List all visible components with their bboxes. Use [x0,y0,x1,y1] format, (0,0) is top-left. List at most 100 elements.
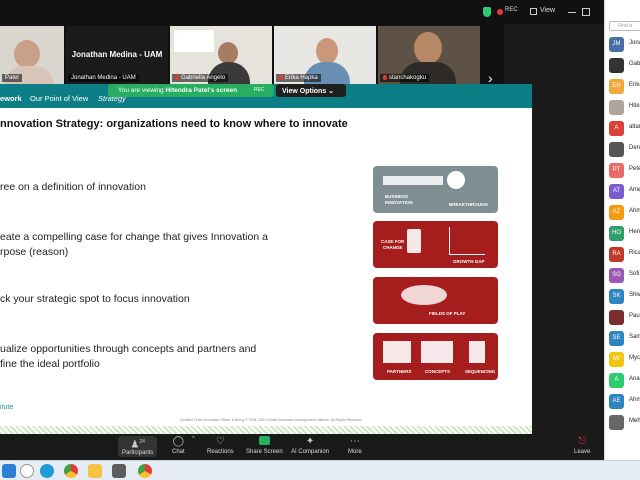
participant-list-item[interactable]: AE Ahm [605,391,640,412]
participants-panel: Find a JM Jona Gab EH Erika Hite Aaltar Den PT Pe… [604,0,640,460]
participant-head [316,38,338,64]
more-dots-icon: ⋯ [349,436,360,447]
participants-button[interactable]: ♟24 Participants [118,436,158,457]
avatar: RA [609,247,624,262]
participant-video-tile[interactable]: Gabriella Angelo [170,26,272,84]
participant-list-item[interactable]: Aaltar [605,118,640,139]
participant-list-item[interactable]: RA Rica [605,244,640,265]
leave-button[interactable]: ⎋ Leave [574,436,590,455]
file-explorer-icon[interactable] [88,464,102,478]
recording-label: REC [505,7,518,13]
participant-list-item[interactable]: Meh [605,412,640,433]
meeting-control-bar: ♟24 Participants ◯ Chat ^ ♡ Reactions Sh… [0,434,604,460]
participant-head [414,32,442,64]
participant-list-item[interactable]: SE Sam [605,328,640,349]
mic-muted-icon [175,74,179,80]
shared-screen-slide: ework Our Point of View Strategy nnovati… [0,84,532,434]
participant-video-tile[interactable]: stanchakogku [378,26,480,84]
video-thumbnail-strip: Patel Jonathan Medina - UAM Jonathan Med… [0,24,504,86]
windows-taskbar [0,460,640,480]
participant-list-item[interactable]: SK Shiv [605,286,640,307]
participant-list-item[interactable]: JM Jona [605,34,640,55]
chat-bubble-icon: ◯ [172,436,184,447]
participant-video-tile[interactable]: Jonathan Medina - UAM Jonathan Medina - … [66,26,168,84]
participant-video-tile[interactable]: Patel [0,26,64,84]
participant-list-item[interactable]: Hite [605,97,640,118]
participant-list-item[interactable]: AT Ame [605,181,640,202]
security-shield-icon[interactable] [483,7,491,17]
participant-list-name: Den [629,145,640,151]
participant-name-label: Erika Hapka [276,73,321,82]
slide-bottom-stripe [0,426,532,434]
participant-list-item[interactable]: Paul [605,307,640,328]
more-button[interactable]: ⋯ More [348,436,362,455]
viewing-screen-label: You are viewing Hitendra Patel's screen [108,84,274,97]
share-screen-icon [246,436,283,447]
store-icon[interactable] [112,464,126,478]
participant-name-label: stanchakogku [380,73,430,82]
edge-browser-icon[interactable] [40,464,54,478]
reactions-button[interactable]: ♡ Reactions [207,436,234,455]
chrome-app-icon[interactable] [138,464,152,478]
avatar: HO [609,226,624,241]
slide-bullet: ck your strategic spot to focus innovati… [0,293,190,305]
screen-share-banner: You are viewing Hitendra Patel's screen … [108,84,346,97]
share-recording-label: REC [254,87,265,93]
view-button[interactable]: View [540,7,555,14]
avatar: SK [609,289,624,304]
participant-list-item[interactable]: A Ana [605,370,640,391]
mic-muted-icon [383,74,387,80]
avatar: EH [609,79,624,94]
sequencing-graphic [469,341,485,363]
slide-nav-item: ework [0,94,22,103]
participant-video-tile[interactable]: Erika Hapka [274,26,376,84]
participant-list-item[interactable]: HO Hen [605,223,640,244]
avatar: JM [609,37,624,52]
participant-head [14,40,40,68]
participant-list-item[interactable]: Den [605,139,640,160]
chrome-browser-icon[interactable] [64,464,78,478]
breakthrough-circle-graphic [447,171,465,189]
ai-companion-button[interactable]: ✦ AI Companion [291,436,329,455]
participant-list-name: Pete [629,166,640,172]
view-options-button[interactable]: View Options ⌄ [276,84,346,97]
grid-view-icon[interactable] [530,8,537,15]
participant-name-label: Gabriella Angelo [172,73,229,82]
minimize-icon[interactable] [568,8,576,13]
slide-nav-item: Our Point of View [30,94,89,103]
chat-button[interactable]: ◯ Chat [172,436,185,455]
participant-list-name: Ahm [629,397,640,403]
participant-head [218,42,238,64]
participant-list-item[interactable]: AZ Ahm [605,202,640,223]
participant-list-item[interactable]: SG Sofi [605,265,640,286]
find-participant-input[interactable]: Find a [609,21,640,31]
maximize-icon[interactable] [582,8,590,16]
start-icon[interactable] [2,464,16,478]
participant-list-name: Jona [629,40,640,46]
participant-name-label: Jonathan Medina - UAM [68,74,139,82]
arrow-bar-graphic [383,176,443,185]
participant-list-name: Ahm [629,208,640,214]
participant-list-item[interactable]: EH Erika [605,76,640,97]
participant-list-name: Shiv [629,292,640,298]
slide-thumbnail [174,30,214,52]
avatar: AE [609,394,624,409]
search-icon[interactable] [20,464,34,478]
slide-bullet: eate a compelling case for change that g… [0,231,268,258]
chat-options-caret-icon[interactable]: ^ [192,436,195,442]
avatar [609,100,624,115]
institute-logo: itute [0,404,14,411]
share-screen-button[interactable]: Share Screen [246,436,283,455]
participant-list-item[interactable]: PT Pete [605,160,640,181]
avatar: PT [609,163,624,178]
avatar: SG [609,268,624,283]
participant-list-item[interactable]: MI Myc [605,349,640,370]
participant-list-name: Ana [629,376,640,382]
participant-list-name: Sam [629,334,640,340]
slide-bullet: ree on a definition of innovation [0,181,146,193]
leave-door-icon: ⎋ [578,436,587,447]
participant-list-name: Myc [629,355,640,361]
heart-icon: ♡ [215,436,225,447]
participant-list-item[interactable]: Gab [605,55,640,76]
avatar: AZ [609,205,624,220]
